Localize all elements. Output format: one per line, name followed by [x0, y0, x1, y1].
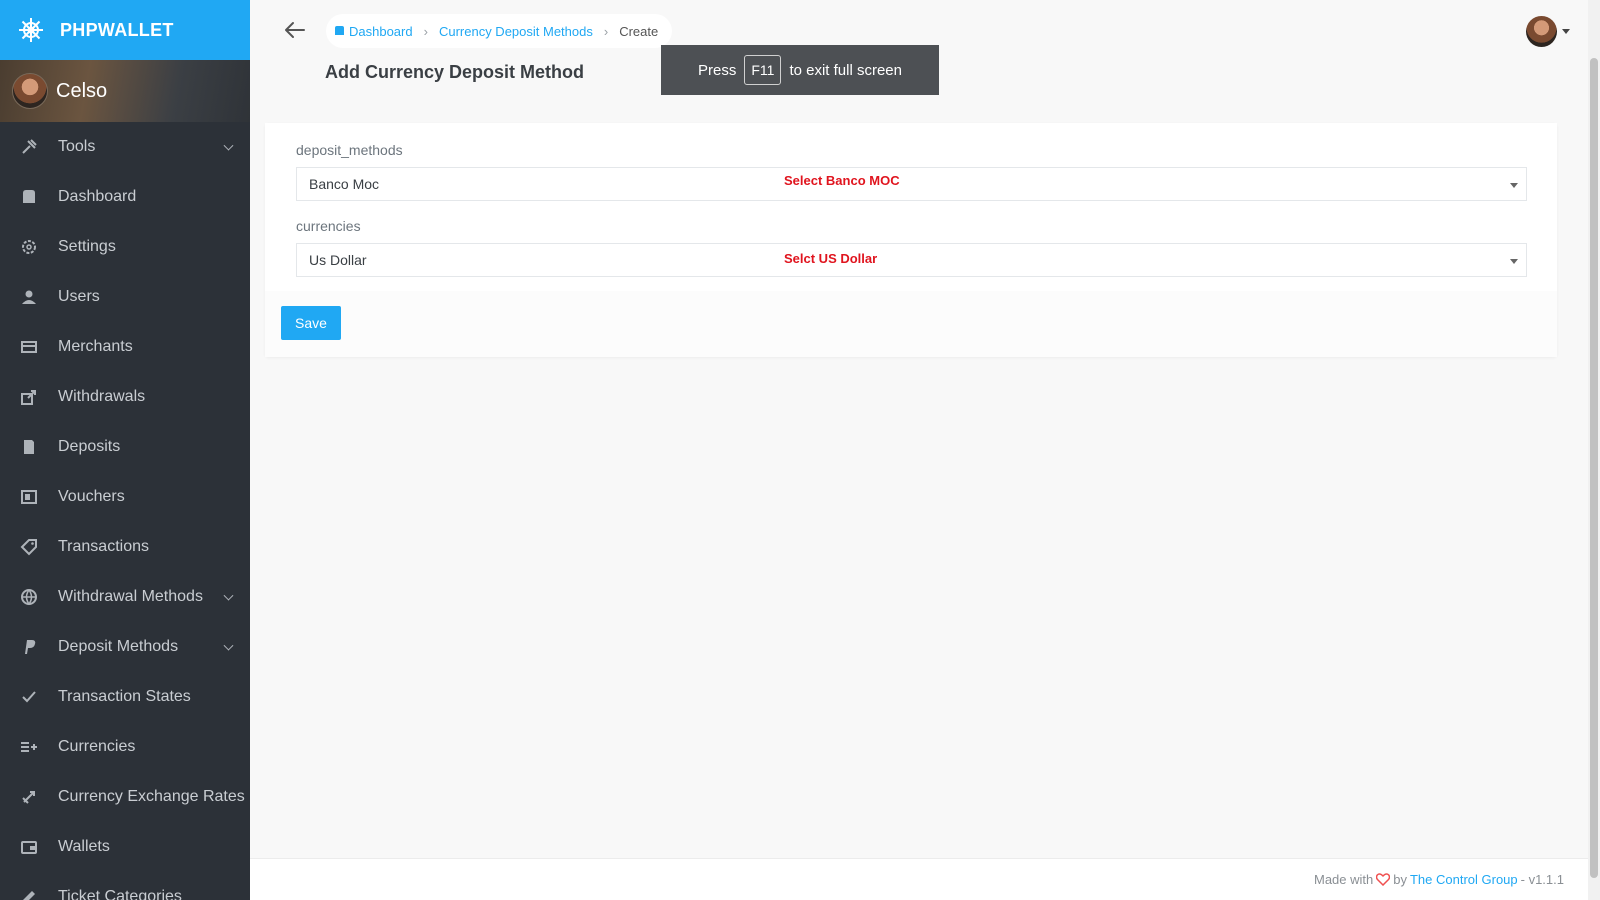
sidebar-item-label: Ticket Categories: [58, 888, 182, 900]
sidebar-item-label: Withdrawal Methods: [58, 588, 203, 605]
sidebar-item-currency-exchange-rates[interactable]: Currency Exchange Rates: [0, 772, 250, 822]
user-name: Celso: [56, 79, 108, 102]
breadcrumb-dashboard-label: Dashboard: [349, 23, 413, 39]
footer-text: Made with by The Control Group - v1.1.1: [1314, 872, 1564, 887]
currencies-select[interactable]: Us Dollar: [296, 243, 1527, 277]
sidebar-item-vouchers[interactable]: Vouchers: [0, 472, 250, 522]
footer-version: - v1.1.1: [1520, 872, 1564, 887]
breadcrumb: Dashboard › Currency Deposit Methods › C…: [326, 14, 673, 48]
ticket-icon: [20, 888, 38, 900]
sidebar-item-label: Currencies: [58, 738, 136, 755]
sidebar-item-label: Tools: [58, 138, 96, 155]
scrollbar[interactable]: [1588, 0, 1600, 900]
globe-icon: [20, 588, 38, 606]
breadcrumb-separator: ›: [423, 23, 428, 39]
sidebar-item-deposit-methods[interactable]: Deposit Methods: [0, 622, 250, 672]
breadcrumb-current: Create: [619, 23, 659, 39]
gear-icon: [20, 238, 38, 256]
sidebar-nav: Tools Dashboard Settings Users Merchants With…: [0, 122, 250, 900]
chevron-down-icon: [223, 590, 234, 601]
sidebar-item-dashboard[interactable]: Dashboard: [0, 172, 250, 222]
paypal-icon: [20, 638, 38, 656]
sidebar-item-withdrawals[interactable]: Withdrawals: [0, 372, 250, 422]
sidebar-item-tools[interactable]: Tools: [0, 122, 250, 172]
user-panel[interactable]: Celso: [0, 60, 250, 122]
avatar: [12, 73, 48, 109]
dashboard-icon: [20, 188, 38, 206]
sidebar-item-label: Settings: [58, 238, 116, 255]
fullscreen-prefix: Press: [698, 61, 737, 79]
page-footer: Made with by The Control Group - v1.1.1: [250, 858, 1588, 900]
fullscreen-key: F11: [744, 55, 782, 85]
chevron-down-icon: [223, 640, 234, 651]
sidebar-item-wallets[interactable]: Wallets: [0, 822, 250, 872]
breadcrumb-currency-deposit-methods[interactable]: Currency Deposit Methods: [439, 24, 593, 39]
sidebar-item-label: Deposit Methods: [58, 638, 179, 655]
sidebar-item-merchants[interactable]: Merchants: [0, 322, 250, 372]
form-footer: Save: [265, 291, 1557, 357]
save-button[interactable]: Save: [281, 306, 341, 340]
deposit-methods-select[interactable]: Banco Moc: [296, 167, 1527, 201]
sidebar-item-label: Merchants: [58, 338, 133, 355]
sidebar: PHPWALLET Celso Tools Dashboard Settings Us…: [0, 0, 250, 900]
sidebar-item-label: Transaction States: [58, 688, 191, 705]
sidebar-item-label: Users: [58, 288, 100, 305]
deposit-methods-value: Banco Moc: [309, 176, 380, 192]
deposit-methods-annotation: Select Banco MOC: [784, 173, 900, 188]
wallet-icon: [20, 838, 38, 856]
share-icon: [20, 388, 38, 406]
footer-made-with: Made with: [1313, 872, 1374, 887]
page-title: Add Currency Deposit Method: [325, 62, 585, 82]
chevron-down-icon[interactable]: [1562, 29, 1570, 34]
sidebar-item-label: Vouchers: [58, 488, 125, 505]
voucher-icon: [20, 488, 38, 506]
sidebar-item-label: Wallets: [58, 838, 110, 855]
breadcrumb-dashboard[interactable]: Dashboard: [334, 24, 413, 39]
sidebar-item-settings[interactable]: Settings: [0, 222, 250, 272]
dashboard-icon: [335, 26, 344, 35]
scrollbar-thumb[interactable]: [1590, 58, 1598, 878]
avatar[interactable]: [1526, 16, 1557, 47]
currencies-value: Us Dollar: [309, 252, 367, 268]
tag-icon: [20, 538, 38, 556]
sidebar-item-label: Withdrawals: [58, 388, 146, 405]
sidebar-item-transactions[interactable]: Transactions: [0, 522, 250, 572]
fullscreen-suffix: to exit full screen: [789, 61, 902, 79]
sidebar-item-label: Currency Exchange Rates: [58, 788, 245, 805]
deposit-methods-label: deposit_methods: [296, 142, 403, 158]
helm-icon: [19, 18, 43, 42]
back-arrow-icon[interactable]: [283, 18, 307, 42]
list-add-icon: [20, 738, 38, 756]
breadcrumb-separator: ›: [603, 23, 609, 39]
chevron-down-icon: [223, 140, 234, 151]
sidebar-item-transaction-states[interactable]: Transaction States: [0, 672, 250, 722]
brand-bar[interactable]: PHPWALLET: [0, 0, 250, 60]
sidebar-item-label: Deposits: [58, 438, 121, 455]
footer-by: by: [1393, 872, 1407, 887]
sidebar-item-deposits[interactable]: Deposits: [0, 422, 250, 472]
chevron-down-icon: [1510, 259, 1518, 264]
currencies-label: currencies: [296, 218, 361, 234]
sidebar-item-currencies[interactable]: Currencies: [0, 722, 250, 772]
sidebar-item-label: Dashboard: [58, 188, 137, 205]
form-card: deposit_methods Banco Moc Select Banco M…: [265, 123, 1557, 357]
card-icon: [20, 338, 38, 356]
brand-name: PHPWALLET: [60, 19, 174, 40]
sidebar-item-ticket-categories[interactable]: Ticket Categories: [0, 872, 250, 900]
check-icon: [20, 688, 38, 706]
book-icon: [20, 438, 38, 456]
fullscreen-notice: Press F11 to exit full screen: [661, 45, 939, 95]
sidebar-item-withdrawal-methods[interactable]: Withdrawal Methods: [0, 572, 250, 622]
form-body: deposit_methods Banco Moc Select Banco M…: [265, 123, 1557, 291]
sidebar-item-label: Transactions: [58, 538, 149, 555]
rocket-icon: [20, 788, 38, 806]
footer-company-link[interactable]: The Control Group: [1410, 872, 1518, 887]
chevron-down-icon: [1510, 183, 1518, 188]
currencies-annotation: Selct US Dollar: [784, 251, 878, 266]
tools-icon: [20, 138, 38, 156]
user-icon: [20, 288, 38, 306]
sidebar-item-users[interactable]: Users: [0, 272, 250, 322]
heart-icon: [1376, 873, 1391, 886]
